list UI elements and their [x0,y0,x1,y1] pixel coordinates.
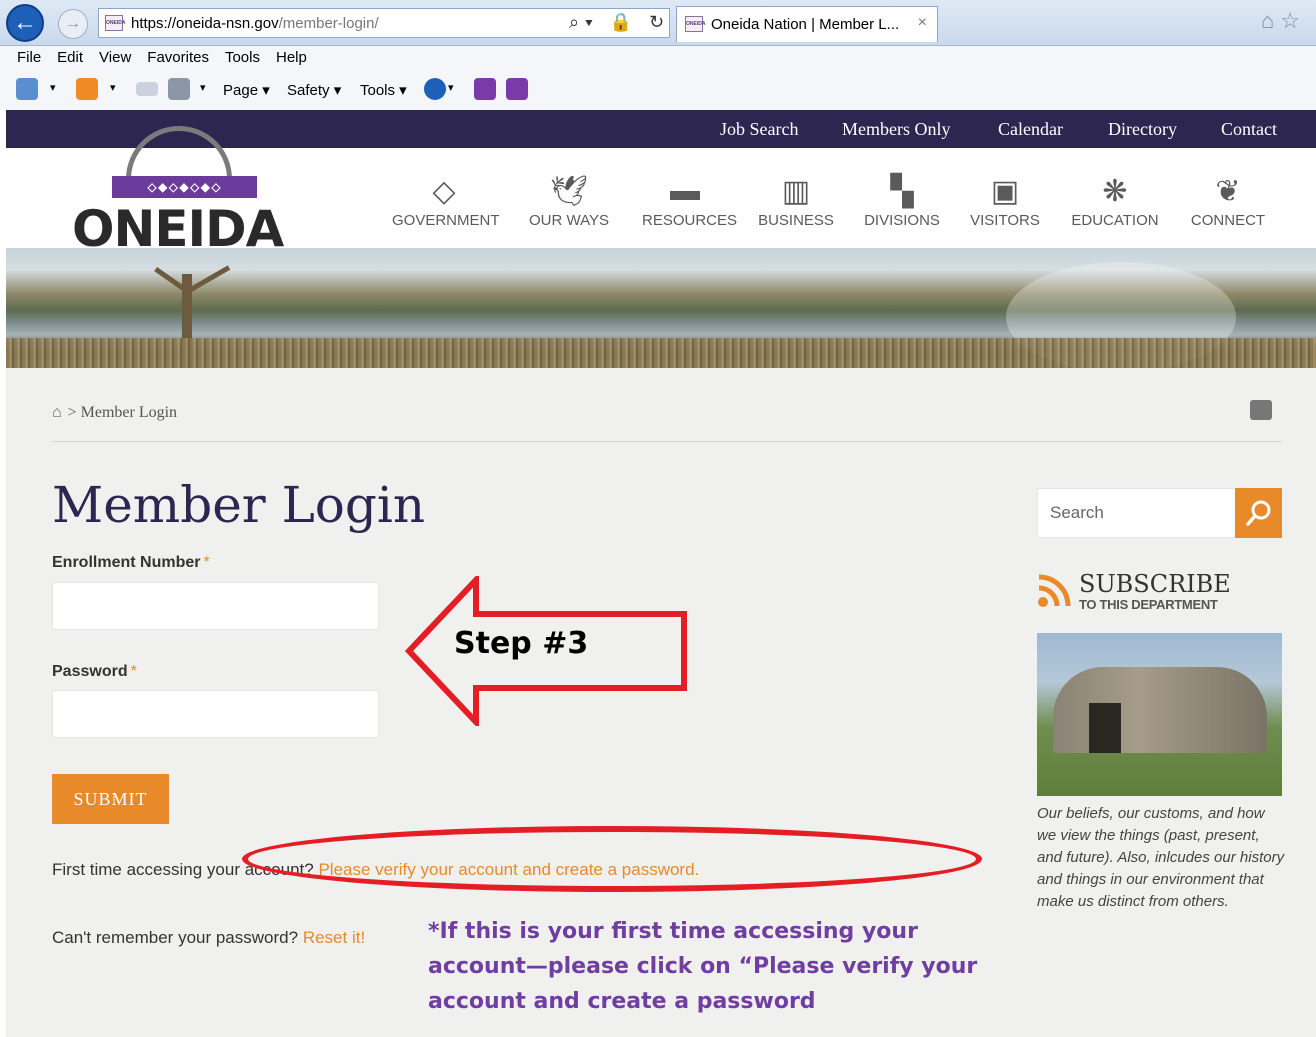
password-label: Password * [52,663,137,680]
tools-menu[interactable]: Tools ▾ [360,81,407,99]
lock-icon[interactable]: 🔒 [610,12,638,32]
header-banner-image [6,248,1316,368]
photo-caption: Our beliefs, our customs, and how we vie… [1037,805,1285,910]
menu-bar: File Edit View Favorites Tools Help [0,46,1316,70]
tab-favicon-icon: ONEIDA [685,16,705,32]
nav-visitors[interactable]: ▣ VISITORS [970,174,1040,229]
browser-tab[interactable]: ONEIDA Oneida Nation | Member L... × [676,6,938,42]
menu-tools[interactable]: Tools [225,49,260,66]
home-icon[interactable]: ⌂ [1261,8,1280,33]
breadcrumb: ⌂ > Member Login [52,404,177,422]
home-dropdown-icon[interactable]: ▾ [50,81,56,94]
page-menu[interactable]: Page ▾ [223,81,270,99]
refresh-icon[interactable]: ↻ [649,12,670,32]
menu-view[interactable]: View [99,49,131,66]
required-mark: * [203,554,210,571]
browser-address-bar: ← → ONEIDA https://oneida-nsn.gov/member… [0,0,1316,46]
nav-resources[interactable]: ▬ RESOURCES [642,174,737,229]
nav-government[interactable]: ◇ GOVERNMENT [392,174,500,229]
enrollment-label: Enrollment Number * [52,554,210,571]
page-title: Member Login [52,476,426,534]
subscribe-title[interactable]: SUBSCRIBE [1079,572,1231,596]
longhouse [1053,667,1267,753]
nav-business[interactable]: ▥ BUSINESS [758,174,834,229]
breadcrumb-home-icon[interactable]: ⌂ [52,404,62,421]
home-page-icon[interactable] [16,78,38,100]
nav-job-search[interactable]: Job Search [720,119,798,140]
forward-button[interactable]: → [58,9,88,39]
menu-edit[interactable]: Edit [57,49,83,66]
subscribe-subtitle[interactable]: TO THIS DEPARTMENT [1079,597,1218,612]
print-dropdown-icon[interactable]: ▾ [200,81,206,94]
nav-connect[interactable]: ❦ CONNECT [1190,174,1266,229]
tab-title: Oneida Nation | Member L... [711,16,900,33]
breadcrumb-current: > Member Login [67,404,178,421]
help-icon[interactable] [424,78,446,100]
nav-divisions[interactable]: ▚ DIVISIONS [864,174,940,229]
search-input[interactable]: Search [1037,488,1237,538]
print-icon[interactable] [168,78,190,100]
diamond-icon: ◇ [432,175,456,208]
folder-icon: ▬ [670,174,700,207]
submit-button[interactable]: SUBMIT [52,774,169,824]
forgot-password-help: Can't remember your password? Reset it! [52,928,366,947]
search-button[interactable] [1235,488,1282,538]
building-icon: ▥ [781,175,811,208]
reset-password-link[interactable]: Reset it! [303,928,365,947]
onenote-linked-icon[interactable] [506,78,528,100]
reeds [6,338,1316,368]
site-header: ◇◆◇◆◇◆◇ ONEIDA ◇ GOVERNMENT 🕊 OUR WAYS ▬… [6,126,1316,258]
menu-favorites[interactable]: Favorites [147,49,209,66]
feeds-icon[interactable] [76,78,98,100]
back-button[interactable]: ← [6,4,44,42]
suitcase-icon: ▣ [990,175,1020,208]
favorites-star-icon[interactable]: ☆ [1280,8,1306,33]
animals-icon: ❦ [1215,175,1241,208]
command-bar: ▾ ▾ ▾ Page ▾ Safety ▾ Tools ▾ ▾ [0,70,1316,110]
divider [52,441,1282,442]
site-favicon-icon: ONEIDA [105,15,125,31]
eagle-icon: 🕊 [549,175,589,208]
nav-calendar[interactable]: Calendar [998,119,1063,140]
url-field[interactable]: ONEIDA https://oneida-nsn.gov/member-log… [98,8,670,38]
safety-menu[interactable]: Safety ▾ [287,81,341,99]
grid-icon: ▚ [890,175,914,208]
password-input[interactable] [52,690,379,738]
menu-file[interactable]: File [17,49,41,66]
website: Job Search Members Only Calendar Directo… [6,110,1316,1037]
required-mark: * [130,663,137,680]
menu-help[interactable]: Help [276,49,307,66]
instruction-note: *If this is your first time accessing yo… [428,919,978,1014]
search-icon [1246,500,1271,526]
nav-members-only[interactable]: Members Only [842,119,950,140]
longhouse-door [1089,703,1121,753]
search-dropdown-icon[interactable]: ⌕▾ [569,12,599,32]
help-dropdown-icon[interactable]: ▾ [448,81,454,94]
rss-icon[interactable] [1037,574,1071,608]
turtle-icon: ❋ [1102,175,1128,208]
feeds-dropdown-icon[interactable]: ▾ [110,81,116,94]
longhouse-photo [1037,633,1282,796]
nav-education[interactable]: ❋ EDUCATION [1070,174,1160,229]
step-label: Step #3 [454,626,589,661]
onenote-icon[interactable] [474,78,496,100]
logo-wampum-band: ◇◆◇◆◇◆◇ [112,176,257,198]
url-host: https://oneida-nsn.gov [131,15,279,32]
nav-directory[interactable]: Directory [1108,119,1177,140]
read-mail-icon[interactable] [136,82,158,96]
tab-close-icon[interactable]: × [918,14,927,32]
url-path: /member-login/ [278,15,379,32]
print-page-icon[interactable] [1250,400,1272,420]
highlight-ellipse [242,826,982,892]
enrollment-number-input[interactable] [52,582,379,630]
nav-our-ways[interactable]: 🕊 OUR WAYS [526,174,612,229]
nav-contact[interactable]: Contact [1221,119,1277,140]
